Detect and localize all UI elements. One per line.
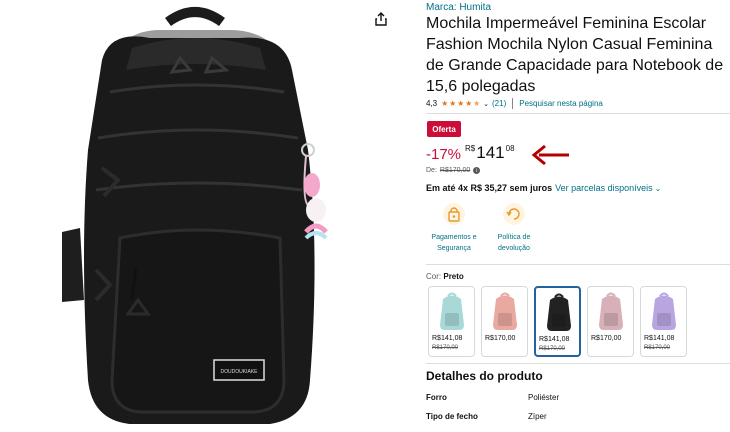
divider: [426, 113, 730, 114]
lock-bag-icon: [443, 203, 465, 225]
product-title: Mochila Impermeável Feminina Escolar Fas…: [426, 15, 724, 95]
price-currency: R$: [465, 144, 476, 153]
star-icon: ★: [441, 98, 449, 108]
color-swatch-teal[interactable]: R$141,08 R$170,00: [428, 286, 475, 357]
swatch-thumbnail: [440, 292, 464, 330]
color-label-prefix: Cor:: [426, 272, 442, 281]
star-rating[interactable]: ★ ★ ★ ★ ★: [441, 98, 481, 108]
backpack-image: DOUDOUKIAKE: [62, 7, 328, 424]
product-image-pane[interactable]: DOUDOUKIAKE: [0, 0, 400, 432]
swatch-price: R$141,08: [539, 336, 570, 343]
product-details-heading: Detalhes do produto: [426, 369, 543, 383]
color-swatch-pink[interactable]: R$170,00: [481, 286, 528, 357]
info-icon[interactable]: i: [473, 167, 481, 174]
offer-badge: Oferta: [427, 121, 461, 137]
chevron-down-icon[interactable]: ⌄: [483, 100, 489, 108]
swatch-thumbnail: [652, 292, 676, 330]
spec-row: Forro Poliéster: [426, 393, 559, 402]
feature-return-policy[interactable]: Política de devolução: [486, 202, 542, 254]
separator: [512, 98, 514, 109]
feature-label-line2: Segurança: [437, 245, 471, 252]
badge-text: DOUDOUKIAKE: [221, 369, 259, 375]
swatch-price: R$170,00: [591, 335, 622, 342]
discount-percent: -17%: [426, 146, 462, 163]
rating-value: 4,3: [426, 99, 438, 108]
star-icon: ★: [457, 98, 465, 108]
product-details-pane: Marca: Humita Mochila Impermeável Femini…: [426, 0, 730, 432]
color-swatch-black[interactable]: R$141,08 R$170,00: [534, 286, 581, 357]
installments-row: Em até 4x R$ 35,27 sem juros Ver parcela…: [426, 183, 661, 193]
spec-value: Poliéster: [528, 393, 560, 402]
star-icon: ★: [465, 98, 473, 108]
swatch-list-price: R$170,00: [432, 345, 459, 351]
price-whole: 141: [476, 143, 505, 162]
spec-row: Tipo de fecho Zíper: [426, 412, 547, 421]
swatch-thumbnail: [547, 293, 571, 331]
swatch-thumbnail: [493, 292, 517, 330]
star-icon: ★: [449, 98, 457, 108]
list-price-label: De:: [426, 167, 437, 174]
divider: [426, 363, 730, 364]
spec-value: Zíper: [528, 412, 547, 421]
color-selected-name: Preto: [443, 272, 464, 281]
color-swatch-rose[interactable]: R$170,00: [587, 286, 634, 357]
swatch-list-price: R$170,00: [539, 346, 566, 352]
left-arrow-icon: [531, 144, 569, 166]
chevron-down-icon[interactable]: ⌄: [655, 184, 662, 193]
swatch-price: R$170,00: [485, 335, 516, 342]
list-price: R$170,00: [439, 167, 471, 174]
price-row: -17% R$ 141 08: [426, 141, 515, 163]
return-policy-icon: [503, 203, 525, 225]
half-star-icon: ★: [473, 98, 481, 108]
swatch-price: R$141,08: [644, 335, 675, 342]
list-price-row: De: R$170,00 i: [426, 167, 481, 174]
feature-payments-security[interactable]: Pagamentos e Segurança: [426, 202, 482, 254]
installments-text: Em até 4x R$ 35,27 sem juros: [426, 183, 553, 193]
rating-count-link[interactable]: (21): [492, 99, 506, 108]
share-icon: [375, 12, 387, 26]
color-swatches: R$141,08 R$170,00 R$170,00 R$141,08 R$170,00…: [428, 286, 687, 357]
spec-key: Forro: [426, 393, 447, 402]
swatch-price: R$141,08: [432, 335, 463, 342]
share-button[interactable]: [372, 10, 390, 28]
feature-label-line1: Política de: [497, 234, 531, 241]
feature-label-line1: Pagamentos e: [431, 234, 477, 241]
installments-link[interactable]: Ver parcelas disponíveis: [555, 183, 653, 193]
color-swatch-purple[interactable]: R$141,08 R$170,00: [640, 286, 687, 357]
brand-link[interactable]: Marca: Humita: [426, 2, 491, 13]
spec-key: Tipo de fecho: [426, 412, 478, 421]
search-page-link[interactable]: Pesquisar nesta página: [519, 99, 603, 108]
divider: [426, 264, 730, 265]
color-label: Cor: Preto: [426, 272, 464, 281]
swatch-thumbnail: [599, 292, 623, 330]
price-fraction: 08: [505, 144, 515, 153]
swatch-list-price: R$170,00: [644, 345, 671, 351]
feature-label-line2: devolução: [498, 245, 530, 252]
rating-row: 4,3 ★ ★ ★ ★ ★ ⌄ (21) Pesquisar nesta pág…: [426, 98, 603, 109]
